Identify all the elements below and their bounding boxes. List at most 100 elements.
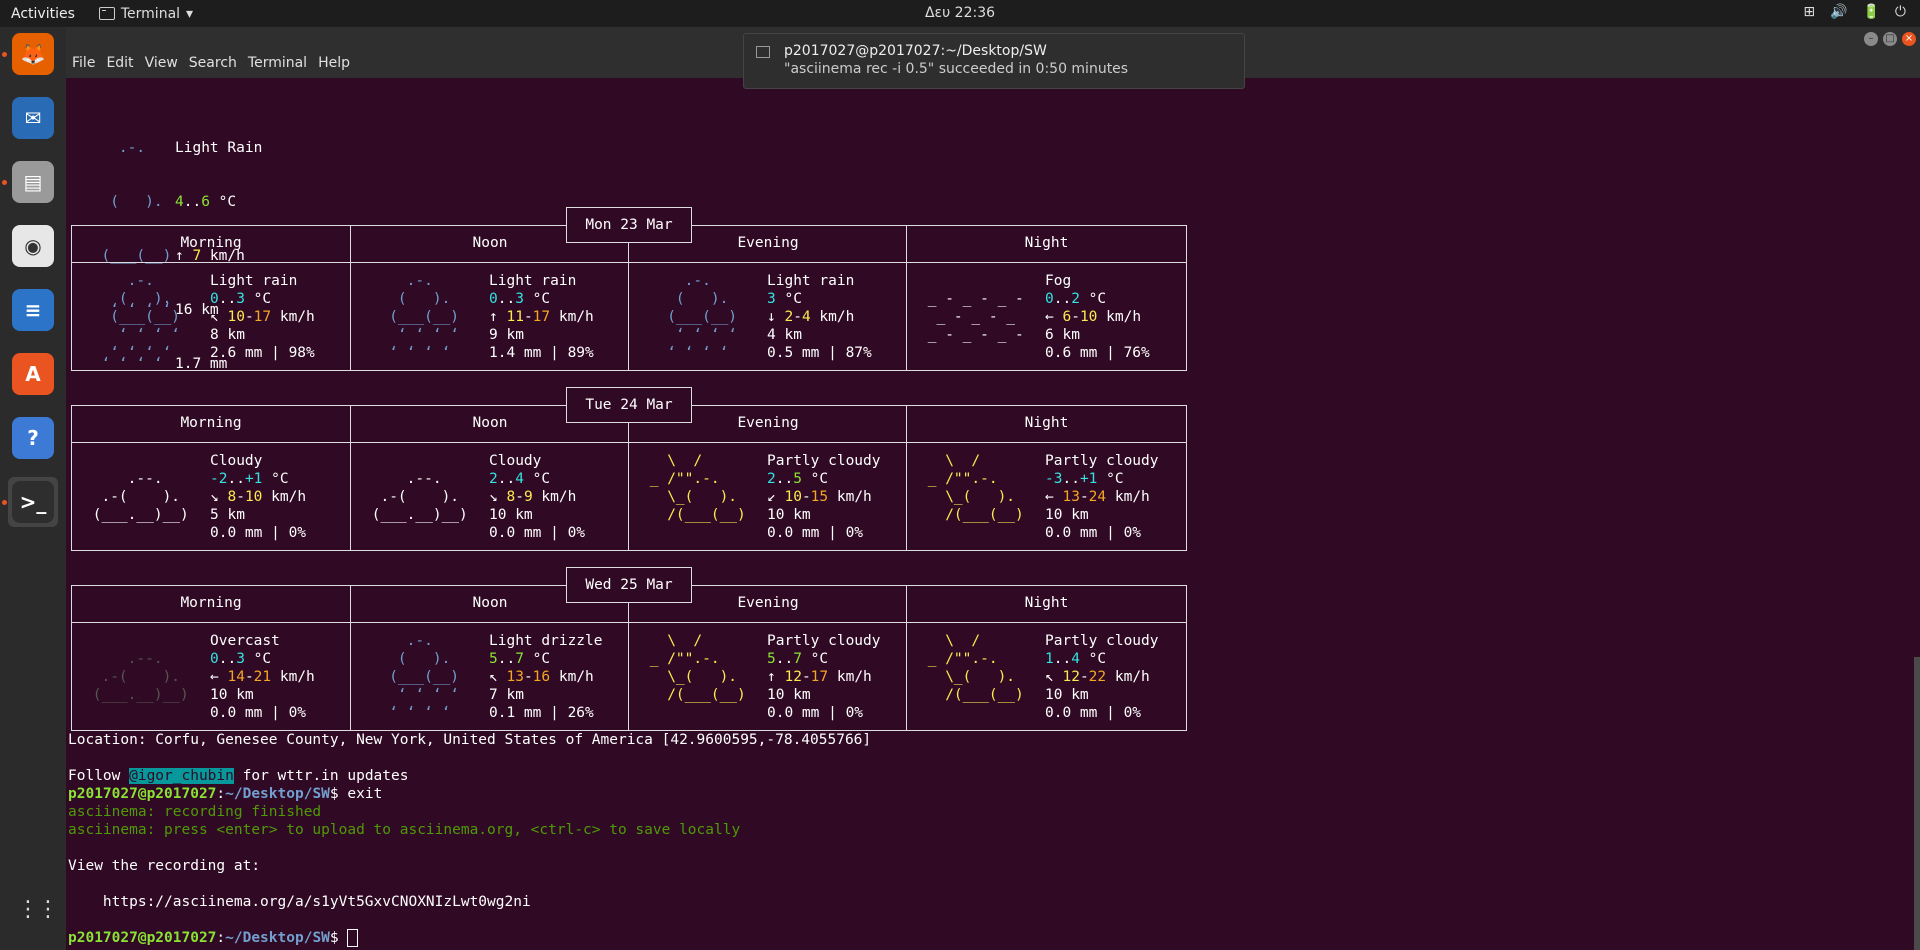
wind: ← 14-21 km/h (210, 669, 315, 685)
dock: 🦊 ✉ ▤ ◉ ≡ A? >_ ⋮⋮⋮ (0, 27, 79, 950)
menu-view[interactable]: View (145, 55, 178, 71)
precipitation: 0.1 mm | 26% (489, 705, 594, 721)
weather-desc: Partly cloudy (1045, 633, 1159, 649)
files-icon: ▤ (12, 161, 54, 203)
prompt-line-exit: p2017027@p2017027:~/Desktop/SW$ exit (68, 786, 383, 802)
weather-art: \ / _ /"".-. \_( ). /(___(__) (641, 633, 755, 703)
twitter-handle-link[interactable]: @igor_chubin (129, 768, 234, 784)
visibility: 10 km (767, 687, 811, 703)
terminal-content[interactable]: .-. ( ). (___(__) ʻ ʻ ʻ ʻ ʻ ʻ ʻ ʻ Light … (68, 78, 1868, 950)
dock-files[interactable]: ▤ (8, 157, 58, 207)
view-recording-line: View the recording at: (68, 858, 261, 874)
terminal-icon: >_ (12, 481, 54, 523)
weather-art: .-. ( ). (___(__) ʻ ʻ ʻ ʻ ʻ ʻ ʻ ʻ (641, 273, 755, 361)
precipitation: 0.0 mm | 0% (489, 525, 586, 541)
weather-desc: Overcast (210, 633, 280, 649)
weather-info: Fog 0..2 °C ← 6-10 km/h 6 km 0.6 mm | 76% (1045, 272, 1150, 362)
activities-button[interactable]: Activities (11, 6, 75, 22)
rec-finished-line: asciinema: recording finished (68, 804, 322, 820)
forecast-date: Wed 25 Mar (566, 567, 692, 603)
clock[interactable]: Δευ 22:36 (925, 5, 995, 21)
temperature: -2..+1 °C (210, 471, 289, 487)
menu-terminal[interactable]: Terminal (248, 55, 307, 71)
precipitation: 0.0 mm | 0% (1045, 525, 1142, 541)
system-tray[interactable]: ⊞ 🔊 🔋 ⏻ (1803, 4, 1906, 20)
power-icon[interactable]: ⏻ (1895, 4, 1906, 20)
weather-info: Partly cloudy 1..4 °C ↖ 12-22 km/h 10 km 0.0… (1045, 632, 1159, 722)
firefox-icon: 🦊 (12, 33, 54, 75)
visibility: 6 km (1045, 327, 1080, 343)
weather-art: .-. ( ). (___(__) ʻ ʻ ʻ ʻ ʻ ʻ ʻ ʻ (363, 273, 477, 361)
forecast-table: Morning .--. .-( ). (___.__)__) Cloudy -2… (71, 387, 1187, 551)
precipitation: 0.6 mm | 76% (1045, 345, 1150, 361)
weather-info: Light rain 0..3 °C ↖ 10-17 km/h 8 km 2.6 mm … (210, 272, 315, 362)
network-icon[interactable]: ⊞ (1803, 4, 1815, 20)
rhythmbox-icon: ◉ (12, 225, 54, 267)
forecast-date: Tue 24 Mar (566, 387, 692, 423)
weather-info: Partly cloudy 2..5 °C ↙ 10-15 km/h 10 km 0.0… (767, 452, 881, 542)
menu-help[interactable]: Help (318, 55, 350, 71)
visibility: 10 km (1045, 687, 1089, 703)
scrollbar[interactable] (1914, 657, 1920, 950)
dock-libreoffice-writer[interactable]: ≡ (8, 285, 58, 335)
dock-ubuntu-software[interactable]: A (8, 349, 58, 399)
forecast-cell: Evening .-. ( ). (___(__) ʻ ʻ ʻ ʻ ʻ ʻ ʻ … (628, 226, 907, 370)
temperature: 1..4 °C (1045, 651, 1107, 667)
weather-desc: Light rain (767, 273, 855, 289)
precipitation: 0.5 mm | 87% (767, 345, 872, 361)
menu-file[interactable]: File (72, 55, 95, 71)
forecast-cell: Morning .--. .-( ). (___.__)__) Cloudy -2… (72, 406, 350, 550)
wind: ↑ 11-17 km/h (489, 309, 594, 325)
menu-edit[interactable]: Edit (106, 55, 133, 71)
temperature: 0..3 °C (489, 291, 551, 307)
wind: ↙ 10-15 km/h (767, 489, 872, 505)
forecast-cell: Evening \ / _ /"".-. \_( ). /(___(__) Pa… (628, 586, 907, 730)
close-button[interactable]: × (1902, 32, 1916, 46)
forecast-cell: Morning .--. .-( ). (___.__)__) Overcast… (72, 586, 350, 730)
forecast-cell: Morning .-. ( ). (___(__) ʻ ʻ ʻ ʻ ʻ ʻ ʻ … (72, 226, 350, 370)
dock-terminal[interactable]: >_ (8, 477, 58, 527)
period-label: Night (1024, 595, 1069, 611)
weather-art: \ / _ /"".-. \_( ). /(___(__) (919, 453, 1033, 523)
weather-info: Partly cloudy -3..+1 °C ← 13-24 km/h 10 km 0… (1045, 452, 1159, 542)
rec-press-line: asciinema: press <enter> to upload to as… (68, 822, 741, 838)
dock-firefox[interactable]: 🦊 (8, 29, 58, 79)
ubuntu-software-icon: A (12, 353, 54, 395)
temperature: 2..4 °C (489, 471, 551, 487)
visibility: 9 km (489, 327, 524, 343)
visibility: 5 km (210, 507, 245, 523)
minimize-button[interactable]: – (1864, 32, 1878, 46)
help-icon: ? (12, 417, 54, 459)
dock-rhythmbox[interactable]: ◉ (8, 221, 58, 271)
forecast-cell: Night \ / _ /"".-. \_( ). /(___(__) Part… (906, 586, 1186, 730)
temperature: 0..3 °C (210, 291, 272, 307)
notification-title: p2017027@p2017027:~/Desktop/SW (784, 43, 1047, 59)
temperature: 2..5 °C (767, 471, 829, 487)
menu-search[interactable]: Search (189, 55, 237, 71)
weather-desc: Light rain (210, 273, 298, 289)
temperature: 5..7 °C (489, 651, 551, 667)
current-temp: 4..6 °C (175, 194, 237, 210)
weather-art: .-. ( ). (___(__) ʻ ʻ ʻ ʻ ʻ ʻ ʻ ʻ (363, 633, 477, 721)
precipitation: 0.0 mm | 0% (210, 705, 307, 721)
notification-banner[interactable]: p2017027@p2017027:~/Desktop/SW "asciinem… (743, 33, 1245, 89)
volume-icon[interactable]: 🔊 (1830, 4, 1847, 20)
visibility: 8 km (210, 327, 245, 343)
dock-thunderbird[interactable]: ✉ (8, 93, 58, 143)
forecast-cell: Evening \ / _ /"".-. \_( ). /(___(__) Pa… (628, 406, 907, 550)
forecast-cell: Night \ / _ /"".-. \_( ). /(___(__) Part… (906, 406, 1186, 550)
battery-icon[interactable]: 🔋 (1862, 4, 1879, 20)
dock-help[interactable]: ? (8, 413, 58, 463)
period-label: Morning (180, 595, 242, 611)
top-panel: Activities Terminal ▾ Δευ 22:36 ⊞ 🔊 🔋 ⏻ (0, 0, 1920, 27)
weather-art: _ - _ - _ - _ - _ - _ _ - _ - _ - (919, 291, 1042, 343)
follow-line: Follow @igor_chubin for wttr.in updates (68, 768, 409, 784)
forecast-table: Morning .-. ( ). (___(__) ʻ ʻ ʻ ʻ ʻ ʻ ʻ … (71, 207, 1187, 371)
app-menu[interactable]: Terminal ▾ (98, 6, 193, 22)
precipitation: 1.4 mm | 89% (489, 345, 594, 361)
maximize-button[interactable]: □ (1883, 32, 1897, 46)
weather-desc: Partly cloudy (767, 633, 881, 649)
recording-url[interactable]: https://asciinema.org/a/s1yVt5GxvCNOXNIz… (68, 893, 531, 911)
weather-info: Cloudy 2..4 °C ↘ 8-9 km/h 10 km 0.0 mm | 0% (489, 452, 585, 542)
period-label: Morning (180, 415, 242, 431)
